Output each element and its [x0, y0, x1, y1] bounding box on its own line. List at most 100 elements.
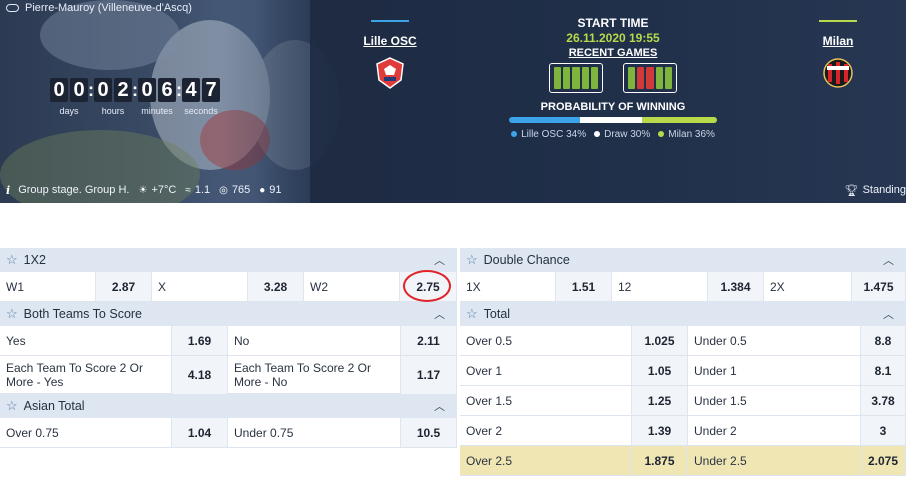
odd-button[interactable]: 8.8: [861, 326, 906, 355]
stage-info: Group stage. Group H.: [18, 184, 130, 196]
chevron-up-icon[interactable]: ︿: [883, 252, 894, 268]
market-row: Over 0.5 1.025 Under 0.5 8.8: [460, 326, 906, 356]
market-double-chance-header[interactable]: ☆ Double Chance ︿: [460, 248, 906, 272]
odd-button[interactable]: 1.875: [632, 446, 688, 475]
odd-button[interactable]: 10.5: [401, 418, 457, 447]
outcome-name: Over 1.5: [460, 386, 632, 415]
odd-button[interactable]: 3.28: [248, 272, 304, 301]
market-asian-total-header[interactable]: ☆ Asian Total ︿: [0, 394, 457, 418]
legend-home: Lille OSC 34%: [511, 129, 586, 140]
probability-away-segment: [642, 117, 717, 123]
probability-bar: [509, 117, 717, 123]
odd-button[interactable]: 1.25: [632, 386, 688, 415]
probability-home-segment: [509, 117, 580, 123]
humidity-info: ● 91: [259, 184, 282, 196]
star-icon[interactable]: ☆: [466, 252, 478, 268]
legend-away: Milan 36%: [658, 129, 715, 140]
chevron-up-icon[interactable]: ︿: [434, 398, 445, 414]
outcome-name: Under 1: [688, 356, 861, 385]
legend-draw: Draw 30%: [594, 129, 650, 140]
home-team[interactable]: Lille OSC: [356, 20, 424, 90]
recent-games-link[interactable]: RECENT GAMES: [569, 47, 658, 59]
market-row: Over 1.5 1.25 Under 1.5 3.78: [460, 386, 906, 416]
countdown-label-seconds: seconds: [184, 106, 218, 116]
odd-button[interactable]: 1.475: [852, 272, 906, 301]
away-recent-form[interactable]: [623, 63, 677, 93]
sun-icon: ☀: [138, 184, 148, 196]
form-win-bar: [590, 67, 599, 89]
chevron-up-icon[interactable]: ︿: [434, 306, 445, 322]
wind-icon: ≈: [185, 184, 191, 196]
star-icon[interactable]: ☆: [466, 306, 478, 322]
star-icon[interactable]: ☆: [6, 398, 18, 414]
probability-title: PROBABILITY OF WINNING: [540, 101, 686, 113]
outcome-name: Under 2: [688, 416, 861, 445]
market-row: Over 2.5 1.875 Under 2.5 2.075: [460, 446, 906, 476]
odd-button[interactable]: 1.05: [632, 356, 688, 385]
odd-button[interactable]: 1.69: [172, 326, 228, 355]
outcome-name: Over 1: [460, 356, 632, 385]
market-row: 1X 1.51 12 1.384 2X 1.475: [460, 272, 906, 302]
outcome-name: Over 0.5: [460, 326, 632, 355]
odd-button[interactable]: 2.075: [861, 446, 906, 475]
odd-button[interactable]: 1.025: [632, 326, 688, 355]
milan-crest-icon: [823, 58, 853, 88]
market-total-header[interactable]: ☆ Total ︿: [460, 302, 906, 326]
probability-draw-segment: [579, 117, 643, 123]
form-loss-bar: [646, 67, 654, 89]
outcome-name: 2X: [764, 272, 852, 301]
market-title: 1X2: [23, 253, 46, 267]
form-win-bar: [664, 67, 673, 89]
outcome-name: Over 2.5: [460, 446, 632, 475]
away-team-name[interactable]: Milan: [823, 34, 854, 48]
star-icon[interactable]: ☆: [6, 306, 18, 322]
outcome-name: 1X: [460, 272, 556, 301]
market-row: Yes 1.69 No 2.11: [0, 326, 457, 356]
market-row: Over 1 1.05 Under 1 8.1: [460, 356, 906, 386]
temperature-info: ☀ +7°C: [138, 184, 177, 196]
home-recent-form[interactable]: [549, 63, 603, 93]
odd-button[interactable]: 1.384: [708, 272, 764, 301]
standings-link[interactable]: 🏆︎ Standing: [845, 178, 906, 202]
odd-button[interactable]: 1.17: [401, 356, 457, 394]
away-team[interactable]: Milan: [810, 20, 866, 90]
market-title: Total: [483, 307, 511, 321]
odd-button[interactable]: 8.1: [861, 356, 906, 385]
home-team-name[interactable]: Lille OSC: [363, 34, 416, 48]
chevron-up-icon[interactable]: ︿: [434, 252, 445, 268]
outcome-name: W1: [0, 272, 96, 301]
red-circle-annotation: [403, 270, 451, 302]
odd-button[interactable]: 2.75: [400, 270, 457, 302]
away-team-accent-bar: [819, 20, 857, 22]
stadium-icon: [6, 4, 19, 12]
odd-button[interactable]: 1.39: [632, 416, 688, 445]
odd-button[interactable]: 2.11: [401, 326, 457, 355]
form-loss-bar: [637, 67, 645, 89]
odd-button[interactable]: 2.87: [96, 272, 152, 301]
trophy-icon: 🏆︎: [844, 184, 859, 197]
outcome-name: Each Team To Score 2 Or More - Yes: [0, 356, 172, 394]
odd-button[interactable]: 1.51: [556, 272, 612, 301]
odd-button[interactable]: 3.78: [861, 386, 906, 415]
market-row: Over 2 1.39 Under 23: [460, 416, 906, 446]
odd-button[interactable]: 1.04: [172, 418, 228, 447]
market-1x2-header[interactable]: ☆ 1X2 ︿: [0, 248, 457, 272]
odd-button[interactable]: 4.18: [172, 356, 228, 394]
countdown-digit: 4: [182, 78, 200, 102]
market-row: Over 0.75 1.04 Under 0.75 10.5: [0, 418, 457, 448]
market-btts-header[interactable]: ☆ Both Teams To Score ︿: [0, 302, 457, 326]
odd-button[interactable]: 3: [861, 416, 906, 445]
countdown-digit: 0: [138, 78, 156, 102]
countdown-digit: 0: [70, 78, 88, 102]
home-team-accent-bar: [371, 20, 409, 22]
match-center-info: START TIME 26.11.2020 19:55 RECENT GAMES…: [506, 16, 720, 140]
water-drop-icon: ●: [259, 184, 266, 196]
market-row: Each Team To Score 2 Or More - Yes 4.18 …: [0, 356, 457, 394]
star-icon[interactable]: ☆: [6, 252, 18, 268]
countdown-timer: 0 0 days : 0 2 hours : 0 6 minutes: 4 7…: [50, 78, 220, 116]
chevron-up-icon[interactable]: ︿: [883, 306, 894, 322]
market-title: Double Chance: [483, 253, 570, 267]
outcome-name: X: [152, 272, 248, 301]
countdown-digit: 7: [202, 78, 220, 102]
outcome-name: Over 0.75: [0, 418, 172, 447]
